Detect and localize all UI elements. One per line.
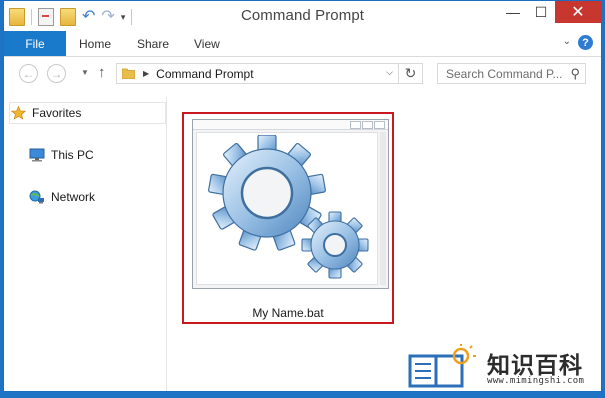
back-button[interactable]: ←: [19, 64, 38, 83]
sidebar-item-favorites[interactable]: Favorites: [9, 102, 166, 124]
title-bar: ↶ ↷ ▾ Command Prompt — ☐ ✕: [4, 1, 601, 31]
tab-file[interactable]: File: [4, 31, 66, 56]
forward-button[interactable]: →: [47, 64, 66, 83]
watermark-brand: 知识百科: [487, 353, 583, 379]
recent-locations-icon[interactable]: ▼: [81, 68, 89, 77]
sidebar-item-label: This PC: [51, 148, 94, 162]
file-name: My Name.bat: [252, 306, 324, 320]
refresh-button[interactable]: ↻: [399, 63, 423, 84]
navigation-pane: Favorites This PC Network: [4, 97, 167, 391]
up-button[interactable]: ↑: [98, 64, 106, 81]
book-lightbulb-logo-icon: [408, 344, 476, 388]
sidebar-item-network[interactable]: Network: [29, 186, 95, 208]
maximize-button[interactable]: ☐: [527, 1, 555, 23]
search-input[interactable]: [444, 65, 568, 82]
window-controls: — ☐ ✕: [499, 1, 601, 23]
sidebar-item-label: Network: [51, 190, 96, 204]
network-icon: [29, 190, 45, 204]
tab-home[interactable]: Home: [79, 31, 111, 56]
star-icon: [10, 106, 26, 120]
tab-view[interactable]: View: [194, 31, 220, 56]
thumbnail-title-bar: [193, 120, 388, 130]
explorer-window: ↶ ↷ ▾ Command Prompt — ☐ ✕ File Home Sha…: [3, 0, 602, 392]
folder-icon: [122, 68, 135, 79]
close-button[interactable]: ✕: [555, 1, 601, 23]
file-thumbnail: [192, 119, 389, 289]
tab-share[interactable]: Share: [137, 31, 169, 56]
file-item[interactable]: My Name.bat: [182, 112, 394, 324]
thumbnail-scrollbar: [380, 132, 386, 285]
navigation-bar: ← → ▼ ↑ ▶ Command Prompt ⌵ ↻ ⚲: [4, 57, 601, 91]
search-box[interactable]: ⚲: [437, 63, 586, 84]
minimize-button[interactable]: —: [499, 1, 527, 23]
expand-ribbon-icon[interactable]: ⌄: [563, 36, 571, 47]
sidebar-item-this-pc[interactable]: This PC: [29, 144, 94, 166]
address-dropdown-icon[interactable]: ⌵: [386, 67, 393, 78]
breadcrumb-chevron-icon[interactable]: ▶: [143, 69, 149, 78]
computer-icon: [29, 148, 45, 162]
help-button[interactable]: ?: [578, 35, 593, 50]
watermark: 知识百科 www.mimingshi.com: [405, 340, 605, 392]
address-bar[interactable]: ▶ Command Prompt ⌵: [116, 63, 399, 84]
breadcrumb-location[interactable]: Command Prompt: [156, 67, 253, 81]
gears-icon: [208, 135, 369, 279]
search-icon[interactable]: ⚲: [570, 66, 580, 82]
ribbon-tabs: File Home Share View ⌄ ?: [4, 31, 601, 57]
watermark-url: www.mimingshi.com: [487, 376, 585, 386]
sidebar-item-label: Favorites: [32, 106, 82, 120]
